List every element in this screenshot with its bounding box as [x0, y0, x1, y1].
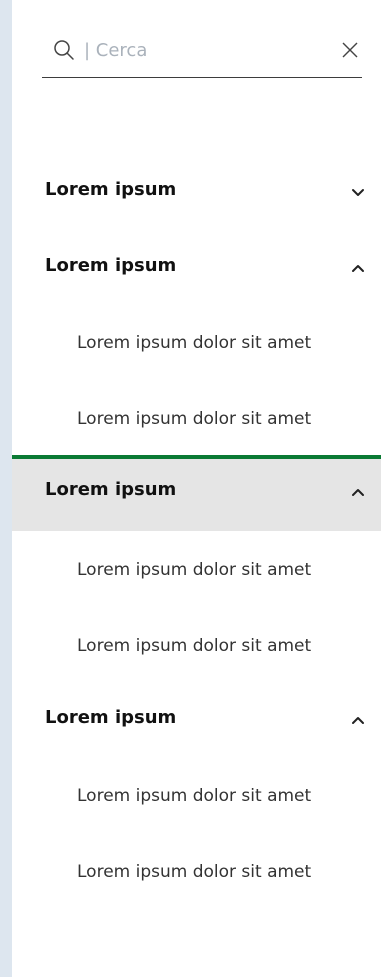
- submenu-item-label: Lorem ipsum dolor sit amet: [77, 786, 312, 806]
- chevron-up-icon: [349, 260, 367, 278]
- accordion-title: Lorem ipsum: [45, 179, 177, 200]
- accordion-header-2[interactable]: Lorem ipsum: [12, 231, 381, 307]
- submenu-item[interactable]: Lorem ipsum dolor sit amet: [12, 610, 381, 686]
- submenu-item[interactable]: Lorem ipsum dolor sit amet: [12, 760, 381, 836]
- chevron-up-icon: [349, 712, 367, 730]
- close-icon[interactable]: [338, 38, 362, 62]
- submenu-item[interactable]: Lorem ipsum dolor sit amet: [12, 534, 381, 610]
- submenu-item-label: Lorem ipsum dolor sit amet: [77, 333, 312, 353]
- accordion-header-3-active[interactable]: Lorem ipsum: [12, 455, 381, 531]
- search-icon: [52, 38, 76, 62]
- accordion-title: Lorem ipsum: [45, 707, 177, 728]
- search-input[interactable]: [84, 36, 314, 64]
- chevron-down-icon: [349, 184, 367, 202]
- submenu-item[interactable]: Lorem ipsum dolor sit amet: [12, 383, 381, 459]
- submenu-item-label: Lorem ipsum dolor sit amet: [77, 560, 312, 580]
- accordion-header-1[interactable]: Lorem ipsum: [12, 155, 381, 231]
- accordion-title: Lorem ipsum: [45, 255, 177, 276]
- chevron-up-icon: [349, 484, 367, 502]
- submenu-item-label: Lorem ipsum dolor sit amet: [77, 862, 312, 882]
- navigation-panel: Lorem ipsum Lorem ipsum Lorem ipsum dolo…: [12, 0, 381, 977]
- search-bar: [42, 26, 362, 78]
- accordion-title: Lorem ipsum: [45, 479, 177, 500]
- submenu-item-label: Lorem ipsum dolor sit amet: [77, 636, 312, 656]
- submenu-item[interactable]: Lorem ipsum dolor sit amet: [12, 307, 381, 383]
- submenu-item-label: Lorem ipsum dolor sit amet: [77, 409, 312, 429]
- accordion-header-4[interactable]: Lorem ipsum: [12, 683, 381, 759]
- submenu-item[interactable]: Lorem ipsum dolor sit amet: [12, 836, 381, 912]
